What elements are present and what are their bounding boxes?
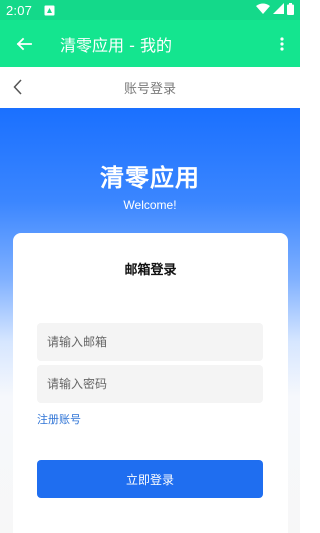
app-title: 清零应用 - 我的 bbox=[60, 35, 172, 55]
page-title: 账号登录 bbox=[123, 82, 176, 97]
page-header: 账号登录 bbox=[0, 67, 300, 108]
arrow-left-icon[interactable] bbox=[0, 20, 46, 67]
battery-icon bbox=[287, 2, 294, 18]
signal-icon bbox=[273, 3, 284, 17]
chevron-left-icon[interactable] bbox=[8, 77, 28, 97]
welcome-text: Welcome! bbox=[123, 198, 177, 212]
login-card-title: 邮箱登录 bbox=[124, 263, 177, 278]
app-bar: 清零应用 - 我的 bbox=[0, 20, 300, 67]
brand-title: 清零应用 bbox=[100, 164, 200, 192]
wifi-icon bbox=[256, 3, 270, 17]
login-card: 邮箱登录 注册账号 立即登录 bbox=[13, 233, 288, 533]
notification-icon bbox=[44, 5, 55, 16]
password-input[interactable] bbox=[37, 365, 263, 403]
status-time: 2:07 bbox=[6, 2, 33, 18]
email-input[interactable] bbox=[37, 323, 263, 361]
login-button[interactable]: 立即登录 bbox=[37, 460, 263, 498]
status-icons bbox=[256, 2, 294, 18]
more-vert-icon[interactable] bbox=[264, 20, 300, 67]
register-link[interactable]: 注册账号 bbox=[37, 411, 81, 427]
status-bar: 2:07 bbox=[0, 0, 300, 20]
